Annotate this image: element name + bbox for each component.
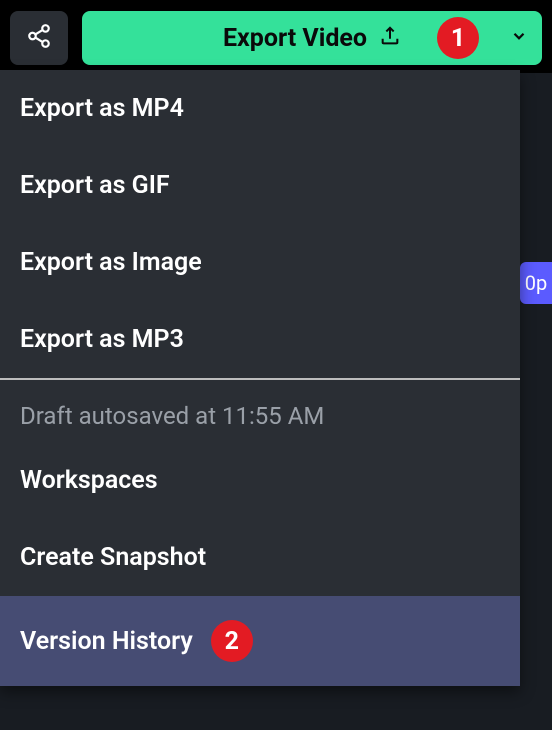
menu-item-workspaces[interactable]: Workspaces: [0, 442, 520, 519]
menu-item-create-snapshot[interactable]: Create Snapshot: [0, 519, 520, 596]
export-upload-icon: [379, 25, 401, 51]
annotation-badge-2: 2: [211, 620, 253, 662]
autosave-status: Draft autosaved at 11:55 AM: [0, 380, 520, 442]
menu-item-export-image[interactable]: Export as Image: [0, 224, 520, 301]
menu-item-export-mp4[interactable]: Export as MP4: [0, 70, 520, 147]
export-video-label: Export Video: [223, 24, 367, 53]
export-dropdown: Export as MP4 Export as GIF Export as Im…: [0, 70, 520, 686]
menu-item-export-mp3[interactable]: Export as MP3: [0, 301, 520, 378]
background-resolution-pill: 0p: [520, 262, 552, 304]
share-icon: [26, 23, 52, 53]
version-history-label: Version History: [20, 627, 193, 656]
annotation-badge-1: 1: [437, 17, 479, 59]
share-button[interactable]: [10, 11, 68, 65]
menu-item-version-history[interactable]: Version History 2: [0, 596, 520, 686]
chevron-down-icon[interactable]: [510, 27, 528, 49]
menu-item-export-gif[interactable]: Export as GIF: [0, 147, 520, 224]
